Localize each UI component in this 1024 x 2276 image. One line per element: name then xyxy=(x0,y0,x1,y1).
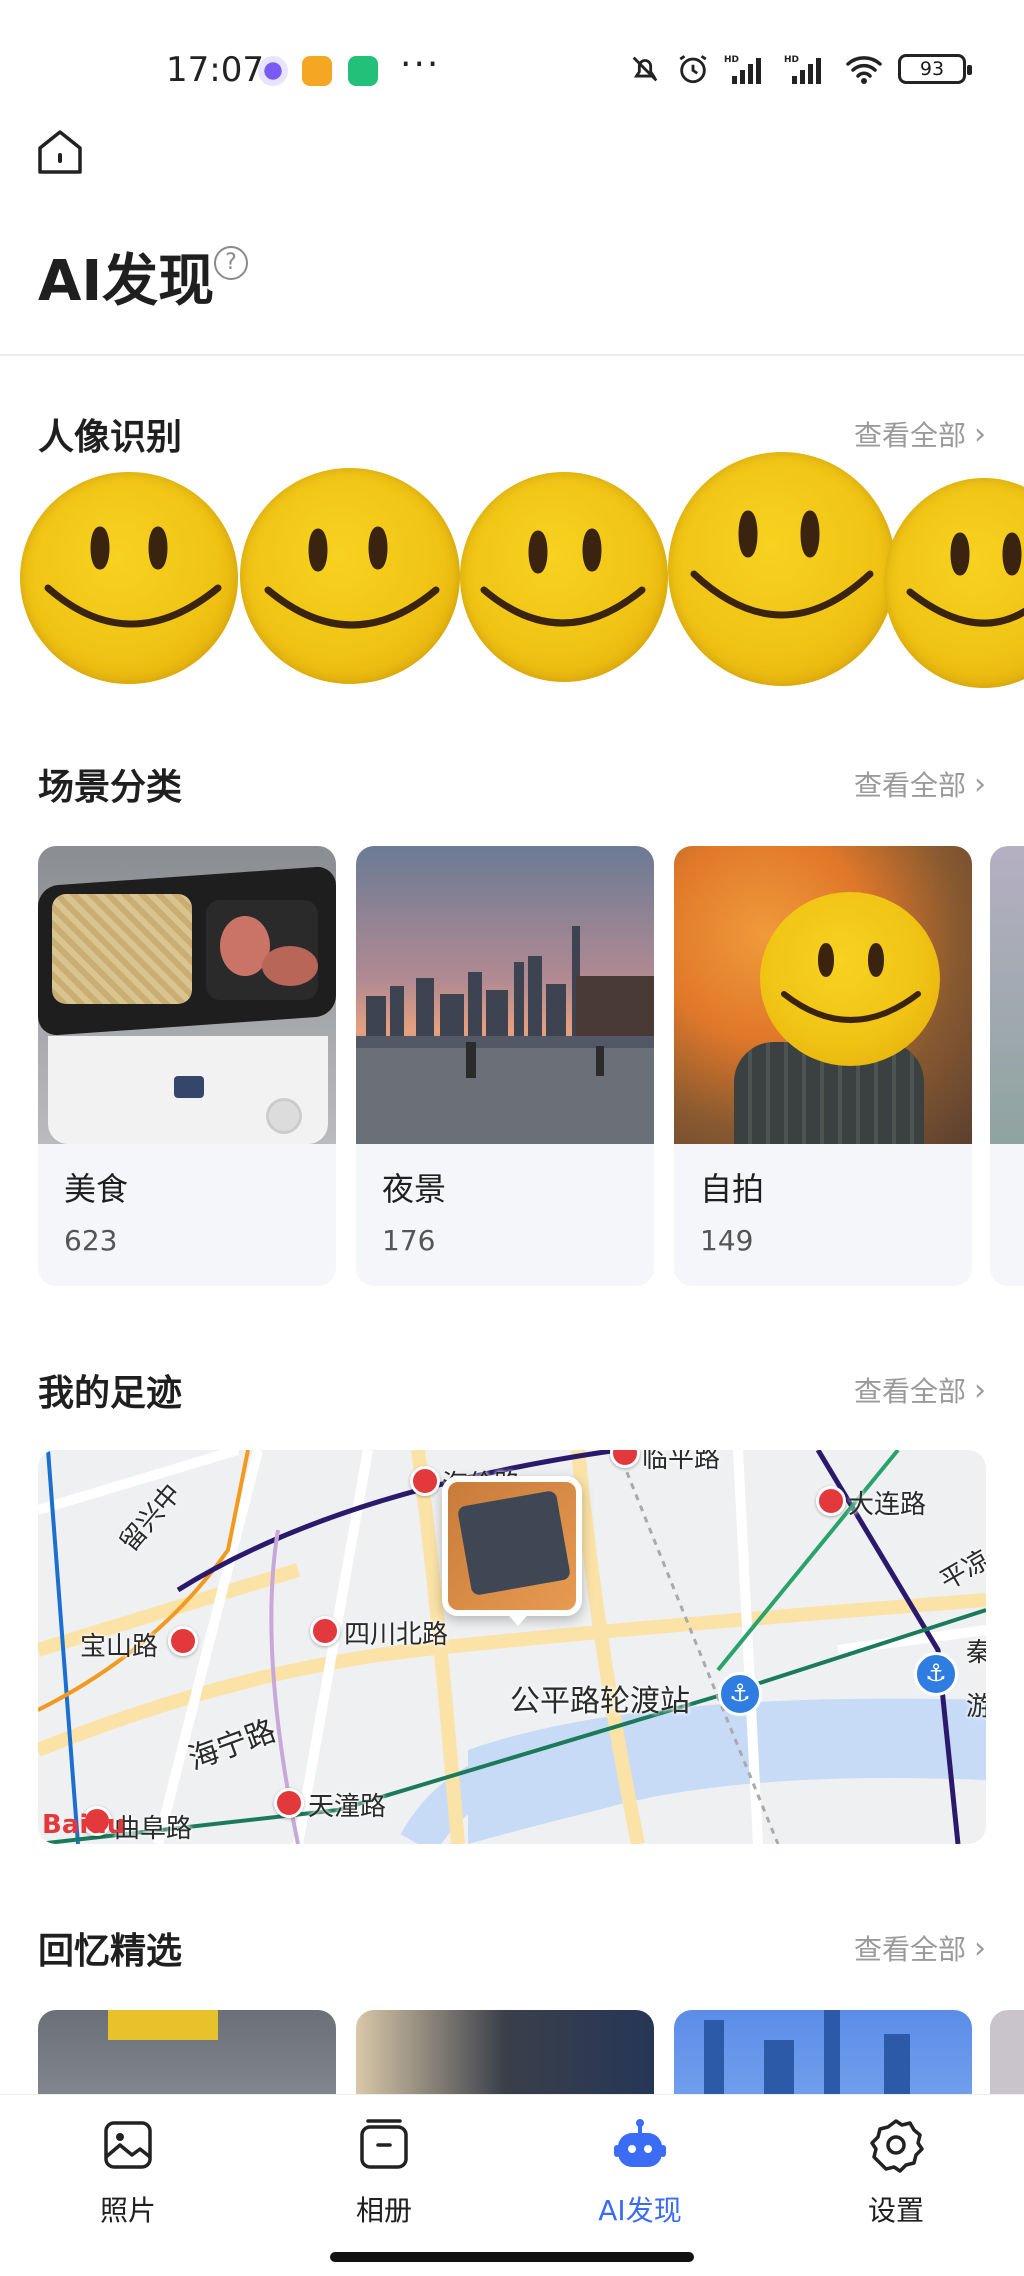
status-icons: HD HD 93 xyxy=(628,52,972,86)
map-label: 曲阜路 xyxy=(114,1814,193,1844)
section-title-footprints: 我的足迹 xyxy=(38,1373,183,1414)
map-label: 游 xyxy=(966,1692,986,1722)
metro-station-icon xyxy=(410,1466,440,1496)
nav-settings[interactable]: 设置 xyxy=(796,2117,996,2229)
scene-list: 美食 623 夜景 176 自拍 149 xyxy=(0,846,1024,1288)
help-icon[interactable]: ? xyxy=(214,246,248,280)
metro-station-icon xyxy=(816,1486,846,1516)
people-list xyxy=(0,450,1024,700)
scene-card-night[interactable]: 夜景 176 xyxy=(356,846,654,1286)
status-bar: 17:07 ··· HD HD 93 xyxy=(0,0,1024,140)
nav-label: 设置 xyxy=(867,2194,924,2227)
map-label: 大连路 xyxy=(848,1490,927,1520)
metro-station-icon xyxy=(168,1626,198,1656)
map-label: 宝山路 xyxy=(80,1632,159,1662)
mute-icon xyxy=(632,56,658,82)
notes-app-icon xyxy=(302,56,332,86)
bottom-nav: 照片 相册 AI发现 设置 xyxy=(0,2094,1024,2276)
svg-text:HD: HD xyxy=(784,55,799,65)
scene-name: 夜景 xyxy=(382,1170,447,1208)
scene-count: 176 xyxy=(382,1224,436,1257)
album-icon xyxy=(360,2119,408,2169)
wifi-icon xyxy=(846,56,882,84)
footprint-map[interactable]: 海伦路 临平路 大连路 宝山路 四川北路 ⚓ 公平路轮渡站 ⚓ 海宁路 天潼路 … xyxy=(38,1450,986,1844)
see-all-people-link[interactable]: 查看全部 › xyxy=(854,414,986,454)
map-label: 公平路轮渡站 xyxy=(510,1684,690,1719)
more-notifications-icon: ··· xyxy=(400,44,441,85)
footprint-photo-pin[interactable] xyxy=(442,1476,582,1616)
scene-image-food xyxy=(38,846,336,1144)
nav-label: 相册 xyxy=(355,2194,412,2227)
scene-image-night xyxy=(356,846,654,1144)
metro-station-icon xyxy=(274,1788,304,1818)
memory-card[interactable] xyxy=(38,2010,336,2100)
chevron-right-icon: › xyxy=(974,416,986,452)
scene-card-selfie[interactable]: 自拍 149 xyxy=(674,846,972,1286)
scene-card-food[interactable]: 美食 623 xyxy=(38,846,336,1286)
see-all-label: 查看全部 xyxy=(853,419,966,452)
chevron-right-icon: › xyxy=(974,766,986,802)
memory-card[interactable] xyxy=(990,2010,1024,2100)
signal-hd-icon-2: HD xyxy=(784,55,821,84)
page-title: AI发现 xyxy=(38,249,215,314)
home-icon[interactable] xyxy=(34,126,86,178)
status-time: 17:07 xyxy=(166,50,264,90)
memory-card[interactable] xyxy=(674,2010,972,2100)
nav-label: AI发现 xyxy=(598,2194,682,2227)
smiley-face-icon xyxy=(781,943,921,1023)
robot-icon xyxy=(614,2119,666,2167)
section-title-memories: 回忆精选 xyxy=(38,1931,183,1972)
app-notification-icon xyxy=(258,56,288,86)
scene-name: 自拍 xyxy=(700,1170,765,1208)
home-indicator[interactable] xyxy=(330,2252,694,2262)
header-divider xyxy=(0,354,1024,356)
memory-card[interactable] xyxy=(356,2010,654,2100)
section-title-scenes: 场景分类 xyxy=(38,767,183,808)
scene-card-partial[interactable] xyxy=(990,846,1024,1286)
nav-albums[interactable]: 相册 xyxy=(284,2117,484,2229)
map-label: 天潼路 xyxy=(308,1792,387,1822)
see-all-footprints-link[interactable]: 查看全部 › xyxy=(854,1370,986,1410)
alarm-icon xyxy=(679,55,707,84)
scene-count: 623 xyxy=(64,1224,118,1257)
battery-indicator: 93 xyxy=(898,54,972,84)
see-all-label: 查看全部 xyxy=(853,1375,966,1408)
gear-icon xyxy=(870,2119,924,2173)
map-label: 四川北路 xyxy=(344,1620,449,1650)
svg-text:HD: HD xyxy=(724,55,739,65)
map-label: 临平路 xyxy=(642,1450,721,1474)
scene-image-partial xyxy=(990,846,1024,1144)
chevron-right-icon: › xyxy=(974,1930,986,1966)
nav-label: 照片 xyxy=(99,2194,156,2227)
pin-pointer xyxy=(504,1610,532,1626)
nav-ai-discover[interactable]: AI发现 xyxy=(540,2117,740,2229)
scene-image-selfie xyxy=(674,846,972,1144)
scene-name: 美食 xyxy=(64,1170,129,1208)
baidu-logo: Baidu xyxy=(42,1810,126,1840)
metro-station-icon xyxy=(310,1616,340,1646)
see-all-memories-link[interactable]: 查看全部 › xyxy=(854,1928,986,1968)
security-app-icon xyxy=(348,56,378,86)
map-label: 秦 xyxy=(966,1638,986,1668)
ferry-station-icon: ⚓ xyxy=(718,1672,762,1716)
memory-list xyxy=(0,2010,1024,2100)
chevron-right-icon: › xyxy=(974,1372,986,1408)
see-all-label: 查看全部 xyxy=(853,769,966,802)
see-all-label: 查看全部 xyxy=(853,1933,966,1966)
scene-count: 149 xyxy=(700,1224,754,1257)
ferry-station-icon: ⚓ xyxy=(914,1652,958,1696)
smiley-faces-icon xyxy=(44,510,1024,629)
nav-photos[interactable]: 照片 xyxy=(28,2117,228,2229)
photo-icon xyxy=(104,2121,152,2169)
see-all-scenes-link[interactable]: 查看全部 › xyxy=(854,764,986,804)
signal-hd-icon: HD xyxy=(724,55,761,84)
